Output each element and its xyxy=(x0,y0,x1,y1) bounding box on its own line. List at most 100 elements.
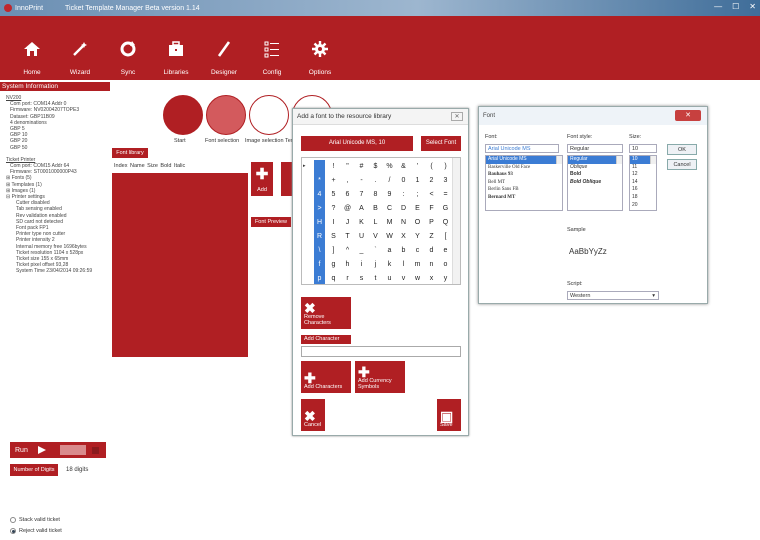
character-cell[interactable]: ? xyxy=(328,202,339,216)
character-cell[interactable]: 4 xyxy=(314,188,325,202)
character-cell[interactable]: k xyxy=(384,258,395,272)
character-cell[interactable]: W xyxy=(384,230,395,244)
character-cell[interactable]: D xyxy=(398,202,409,216)
character-cell[interactable]: $ xyxy=(370,160,381,174)
list-item[interactable]: 18 xyxy=(630,194,656,202)
close-button[interactable]: ✕ xyxy=(749,2,756,11)
character-cell[interactable]: \ xyxy=(314,244,325,258)
ok-button[interactable]: OK xyxy=(667,144,697,155)
add-currency-button[interactable]: ✚ Add Currency Symbols xyxy=(355,361,405,393)
grid-scrollbar[interactable] xyxy=(452,158,460,284)
play-icon[interactable] xyxy=(37,446,46,454)
character-cell[interactable]: p xyxy=(314,272,325,284)
character-cell[interactable]: P xyxy=(426,216,437,230)
character-cell[interactable]: s xyxy=(356,272,367,284)
character-cell[interactable]: ) xyxy=(440,160,451,174)
character-cell[interactable]: i xyxy=(356,258,367,272)
character-grid[interactable]: ▸ ! " # $% & '() * +, -./0 1 2 3 4 5 6 7 8 9:; < = >? @ A B C D E F… xyxy=(301,157,461,285)
character-cell[interactable]: > xyxy=(314,202,325,216)
character-cell[interactable]: o xyxy=(440,258,451,272)
toolbar-home[interactable]: Home xyxy=(8,16,56,80)
character-cell[interactable]: @ xyxy=(342,202,353,216)
toolbar-wizard[interactable]: Wizard xyxy=(56,16,104,80)
font-preview-button[interactable]: Font Preview xyxy=(251,217,291,227)
list-item[interactable]: Baskerville Old Face xyxy=(486,164,562,172)
list-item[interactable]: 12 xyxy=(630,171,656,179)
character-cell[interactable]: B xyxy=(370,202,381,216)
dialog-close-button[interactable]: ✕ xyxy=(451,112,463,121)
character-cell[interactable]: I xyxy=(328,216,339,230)
character-cell[interactable]: , xyxy=(342,174,353,188)
select-font-button[interactable]: Select Font xyxy=(421,136,461,151)
list-item[interactable]: Berlin Sans FB xyxy=(486,186,562,194)
character-cell[interactable]: < xyxy=(426,188,437,202)
character-cell[interactable]: u xyxy=(384,272,395,284)
character-cell[interactable]: ] xyxy=(328,244,339,258)
character-cell[interactable]: c xyxy=(412,244,423,258)
font-style-list[interactable]: Regular Oblique Bold Bold Oblique xyxy=(567,155,623,211)
character-cell[interactable]: U xyxy=(356,230,367,244)
list-item[interactable]: Bold Oblique xyxy=(568,179,622,187)
font-size-input[interactable]: 10 xyxy=(629,144,657,153)
font-style-input[interactable]: Regular xyxy=(567,144,623,153)
stop-icon[interactable] xyxy=(91,446,99,454)
script-select[interactable]: Western ▾ xyxy=(567,291,659,300)
toolbar-options[interactable]: Options xyxy=(296,16,344,80)
digits-button[interactable]: Number of Digits xyxy=(10,464,58,476)
character-cell[interactable]: O xyxy=(412,216,423,230)
add-character-input[interactable] xyxy=(301,346,461,357)
toolbar-designer[interactable]: Designer xyxy=(200,16,248,80)
character-cell[interactable]: R xyxy=(314,230,325,244)
character-cell[interactable]: 8 xyxy=(370,188,381,202)
character-cell[interactable]: # xyxy=(356,160,367,174)
character-cell[interactable]: M xyxy=(384,216,395,230)
step-start-circle[interactable] xyxy=(163,95,203,135)
character-cell[interactable]: Q xyxy=(440,216,451,230)
character-cell[interactable]: E xyxy=(412,202,423,216)
character-cell[interactable]: t xyxy=(370,272,381,284)
character-cell[interactable]: T xyxy=(342,230,353,244)
character-cell[interactable]: A xyxy=(356,202,367,216)
character-cell[interactable]: ! xyxy=(328,160,339,174)
character-cell[interactable]: n xyxy=(426,258,437,272)
character-cell[interactable]: 3 xyxy=(440,174,451,188)
character-cell[interactable]: r xyxy=(342,272,353,284)
cancel-button[interactable]: ✖ Cancel xyxy=(301,399,325,431)
list-item[interactable]: Regular xyxy=(568,156,622,164)
character-cell[interactable]: h xyxy=(342,258,353,272)
radio-icon[interactable] xyxy=(10,517,16,523)
character-cell[interactable]: 2 xyxy=(426,174,437,188)
remove-characters-button[interactable]: ✖ Remove Characters xyxy=(301,297,351,329)
character-cell[interactable]: [ xyxy=(440,230,451,244)
character-cell[interactable]: w xyxy=(412,272,423,284)
toolbar-sync[interactable]: Sync xyxy=(104,16,152,80)
character-cell[interactable]: ` xyxy=(370,244,381,258)
list-item[interactable]: 14 xyxy=(630,179,656,187)
font-library-list[interactable] xyxy=(112,173,248,357)
font-cancel-button[interactable]: Cancel xyxy=(667,159,697,170)
character-cell[interactable]: * xyxy=(314,174,325,188)
character-cell[interactable]: 0 xyxy=(398,174,409,188)
character-cell[interactable]: 1 xyxy=(412,174,423,188)
font-library-tab[interactable]: Font library xyxy=(112,148,148,158)
character-cell[interactable]: 5 xyxy=(328,188,339,202)
list-item[interactable]: Bernard MT xyxy=(486,194,562,202)
step-image-circle[interactable] xyxy=(249,95,289,135)
character-cell[interactable]: ' xyxy=(412,160,423,174)
character-cell[interactable]: L xyxy=(370,216,381,230)
list-item[interactable]: Oblique xyxy=(568,164,622,172)
character-cell[interactable]: q xyxy=(328,272,339,284)
character-cell[interactable]: Z xyxy=(426,230,437,244)
character-cell[interactable]: X xyxy=(398,230,409,244)
character-cell[interactable]: e xyxy=(440,244,451,258)
size-list-scrollbar[interactable] xyxy=(650,156,656,164)
character-cell[interactable]: K xyxy=(356,216,367,230)
character-cell[interactable]: y xyxy=(440,272,451,284)
list-item[interactable]: Bauhaus 93 xyxy=(486,171,562,179)
stack-valid-option[interactable]: Stack valid ticket xyxy=(10,517,60,523)
list-item[interactable]: 20 xyxy=(630,202,656,210)
character-cell[interactable]: / xyxy=(384,174,395,188)
style-list-scrollbar[interactable] xyxy=(616,156,622,164)
list-item[interactable]: Bold xyxy=(568,171,622,179)
character-cell[interactable]: N xyxy=(398,216,409,230)
